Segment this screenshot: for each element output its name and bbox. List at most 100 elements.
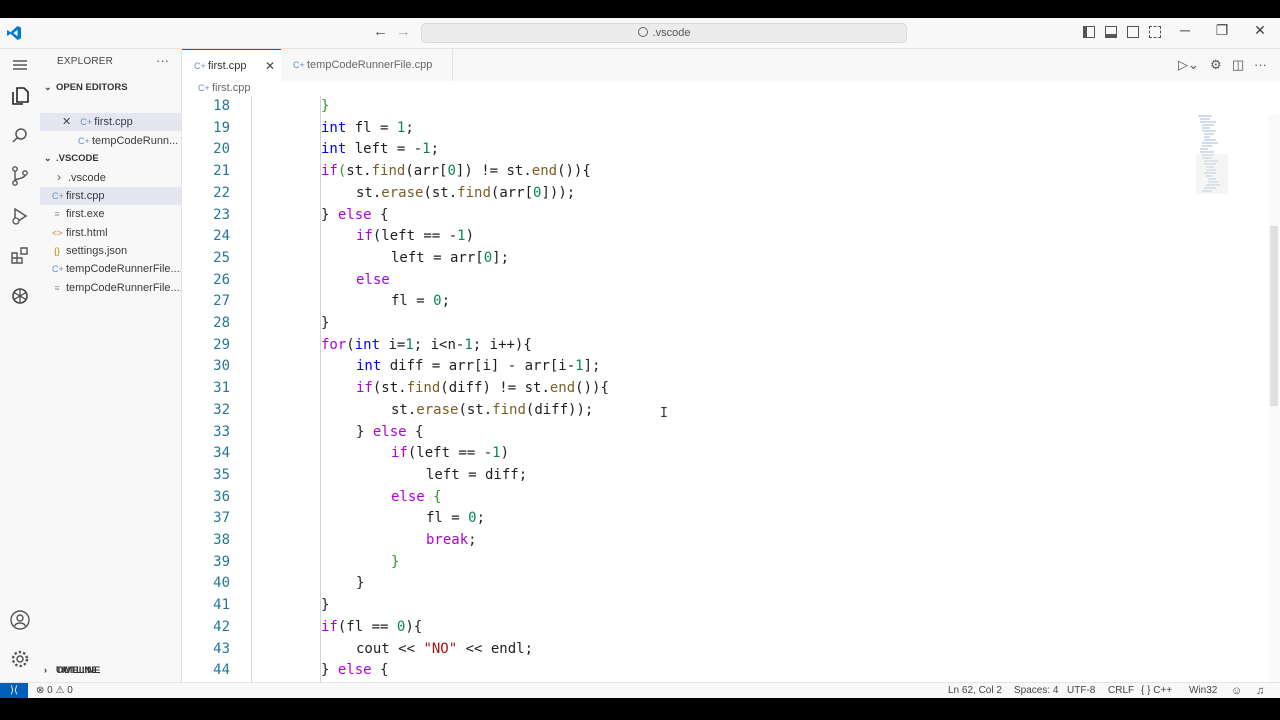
tab-label: tempCodeRunnerFile.cpp bbox=[307, 59, 433, 71]
file-tree-item[interactable]: <> first.html bbox=[40, 224, 181, 242]
line-number: 42 bbox=[213, 618, 230, 635]
toggle-panel-icon[interactable] bbox=[1105, 26, 1117, 38]
cpp-file-icon: C+ bbox=[78, 136, 90, 146]
timeline-header[interactable]: › TIMELINE bbox=[44, 665, 100, 676]
gear-icon[interactable]: ⚙ bbox=[1210, 57, 1222, 73]
indentation[interactable]: Spaces: 4 bbox=[1014, 683, 1058, 698]
code-line: 43 cout << "NO" << endl; bbox=[182, 639, 1192, 661]
customize-layout-icon[interactable] bbox=[1149, 26, 1161, 38]
code-line: 40} bbox=[182, 573, 1192, 595]
open-editor-item[interactable]: ✕ C+ first.cpp bbox=[40, 113, 181, 131]
line-number: 24 bbox=[213, 228, 230, 245]
line-ending[interactable]: CRLF bbox=[1108, 683, 1134, 698]
line-number: 26 bbox=[213, 271, 230, 288]
file-label: settings.json bbox=[66, 245, 128, 257]
toggle-primary-sidebar-icon[interactable] bbox=[1083, 26, 1095, 38]
source-control-icon[interactable] bbox=[8, 164, 32, 188]
code-line: 18} bbox=[182, 96, 1192, 118]
chatgpt-icon[interactable] bbox=[8, 284, 32, 308]
exe-file-icon: ≡ bbox=[54, 209, 60, 219]
code-line: 23} else { bbox=[182, 205, 1192, 227]
extensions-icon[interactable] bbox=[8, 244, 32, 268]
code-line: 28} bbox=[182, 313, 1192, 335]
encoding[interactable]: UTF-8 bbox=[1067, 683, 1095, 698]
language-mode[interactable]: { } C++ bbox=[1141, 683, 1172, 698]
restore-button[interactable]: ❐ bbox=[1212, 22, 1232, 39]
html-file-icon: <> bbox=[52, 228, 63, 238]
feedback-icon[interactable]: ☺ bbox=[1231, 683, 1242, 698]
open-editors-header[interactable]: ⌄ OPEN EDITORS bbox=[44, 82, 128, 93]
scrollbar-thumb[interactable] bbox=[1270, 226, 1278, 406]
vertical-scrollbar[interactable] bbox=[1268, 114, 1280, 682]
chevron-down-icon: ⌄ bbox=[44, 153, 52, 163]
file-label: first.exe bbox=[66, 208, 105, 220]
line-number: 20 bbox=[213, 141, 230, 158]
file-tree-item[interactable]: C+ tempCodeRunnerFile.... bbox=[40, 260, 181, 278]
platform[interactable]: Win32 bbox=[1189, 683, 1217, 698]
line-number: 34 bbox=[213, 445, 230, 462]
arrow-left-icon[interactable]: ← bbox=[373, 23, 388, 40]
problems-indicator[interactable]: ⊗ 0 ⚠ 0 bbox=[36, 683, 73, 698]
tab-first-cpp[interactable]: C+ first.cpp ✕ bbox=[182, 49, 281, 81]
settings-gear-icon[interactable] bbox=[8, 647, 32, 671]
account-icon[interactable] bbox=[8, 608, 32, 632]
code-line: 32 st.erase(st.find(diff)); bbox=[182, 400, 1192, 422]
line-number: 21 bbox=[213, 163, 230, 180]
more-actions-icon[interactable]: ··· bbox=[156, 53, 169, 68]
timeline-label: TIMELINE bbox=[56, 665, 101, 676]
toggle-secondary-sidebar-icon[interactable] bbox=[1127, 26, 1139, 38]
explorer-title: EXPLORER bbox=[57, 56, 114, 67]
cpp-file-icon: C+ bbox=[52, 264, 64, 274]
file-tree-item[interactable]: ≡ first.exe bbox=[40, 205, 181, 223]
minimap[interactable] bbox=[1196, 114, 1228, 194]
code-line: 35 left = diff; bbox=[182, 465, 1192, 487]
cursor-position[interactable]: Ln 62, Col 2 bbox=[948, 683, 1002, 698]
close-button[interactable]: ✕ bbox=[1250, 22, 1270, 39]
code-line: 26 else bbox=[182, 270, 1192, 292]
close-icon[interactable]: ✕ bbox=[62, 116, 71, 128]
line-number: 39 bbox=[213, 553, 230, 570]
code-line: 30 int diff = arr[i] - arr[i-1]; bbox=[182, 356, 1192, 378]
search-icon[interactable] bbox=[8, 124, 32, 148]
line-number: 35 bbox=[213, 466, 230, 483]
command-center-search[interactable]: .vscode bbox=[421, 23, 907, 43]
remote-icon[interactable]: ⟩⟨ bbox=[0, 683, 28, 698]
code-line: 25 left = arr[0]; bbox=[182, 248, 1192, 270]
arrow-right-icon[interactable]: → bbox=[396, 23, 411, 40]
code-line: 37 fl = 0; bbox=[182, 508, 1192, 530]
run-debug-icon[interactable] bbox=[8, 204, 32, 228]
file-tree-item[interactable]: C+ first.cpp bbox=[40, 187, 181, 205]
explorer-icon[interactable] bbox=[8, 84, 32, 108]
file-tree-item[interactable]: {} settings.json bbox=[40, 242, 181, 260]
folder-header[interactable]: ⌄ .VSCODE bbox=[44, 153, 99, 164]
file-tree-item[interactable]: ≡ tempCodeRunnerFile.... bbox=[40, 279, 181, 297]
tab-tempcoderunnerfile[interactable]: C+ tempCodeRunnerFile.cpp bbox=[281, 49, 453, 81]
more-actions-icon[interactable]: ··· bbox=[1254, 57, 1267, 72]
code-line: 41} bbox=[182, 595, 1192, 617]
folder-chevron-icon: › bbox=[57, 170, 61, 184]
split-editor-icon[interactable]: ◫ bbox=[1232, 57, 1244, 73]
line-number: 23 bbox=[213, 206, 230, 223]
menu-icon[interactable] bbox=[8, 53, 32, 77]
line-number: 38 bbox=[213, 532, 230, 548]
line-number: 31 bbox=[213, 380, 230, 397]
code-line: 21 if(st.find(arr[0]) != st.end()){ bbox=[182, 161, 1192, 183]
line-number: 19 bbox=[213, 119, 230, 136]
breadcrumb[interactable]: C+ first.cpp bbox=[182, 81, 1280, 96]
search-icon bbox=[637, 27, 648, 37]
bottom-letterbox bbox=[0, 698, 1280, 720]
close-icon[interactable]: ✕ bbox=[265, 50, 275, 82]
code-line: 33} else { bbox=[182, 422, 1192, 444]
minimize-button[interactable]: ─ bbox=[1175, 22, 1195, 38]
notifications-bell-icon[interactable]: ♫ bbox=[1256, 683, 1264, 698]
code-editor[interactable]: 18} 19 int fl = 1; 20 int left = -1; 21 if(… bbox=[182, 96, 1270, 682]
file-tree-item[interactable]: › .vscode bbox=[40, 168, 181, 186]
run-code-icon[interactable]: ▷⌄ bbox=[1178, 57, 1199, 73]
line-number: 44 bbox=[213, 662, 230, 679]
breadcrumb-label: first.cpp bbox=[212, 82, 251, 94]
vscode-window: ← → .vscode ─ ❐ ✕ EXPLORER ··· ⌄ OPEN EDI… bbox=[0, 18, 1280, 698]
chevron-down-icon: ⌄ bbox=[44, 82, 52, 92]
code-line: 27 fl = 0; bbox=[182, 291, 1192, 313]
open-editor-item[interactable]: C+ tempCodeRunn... bbox=[40, 132, 181, 150]
code-line: 36 else { bbox=[182, 487, 1192, 509]
